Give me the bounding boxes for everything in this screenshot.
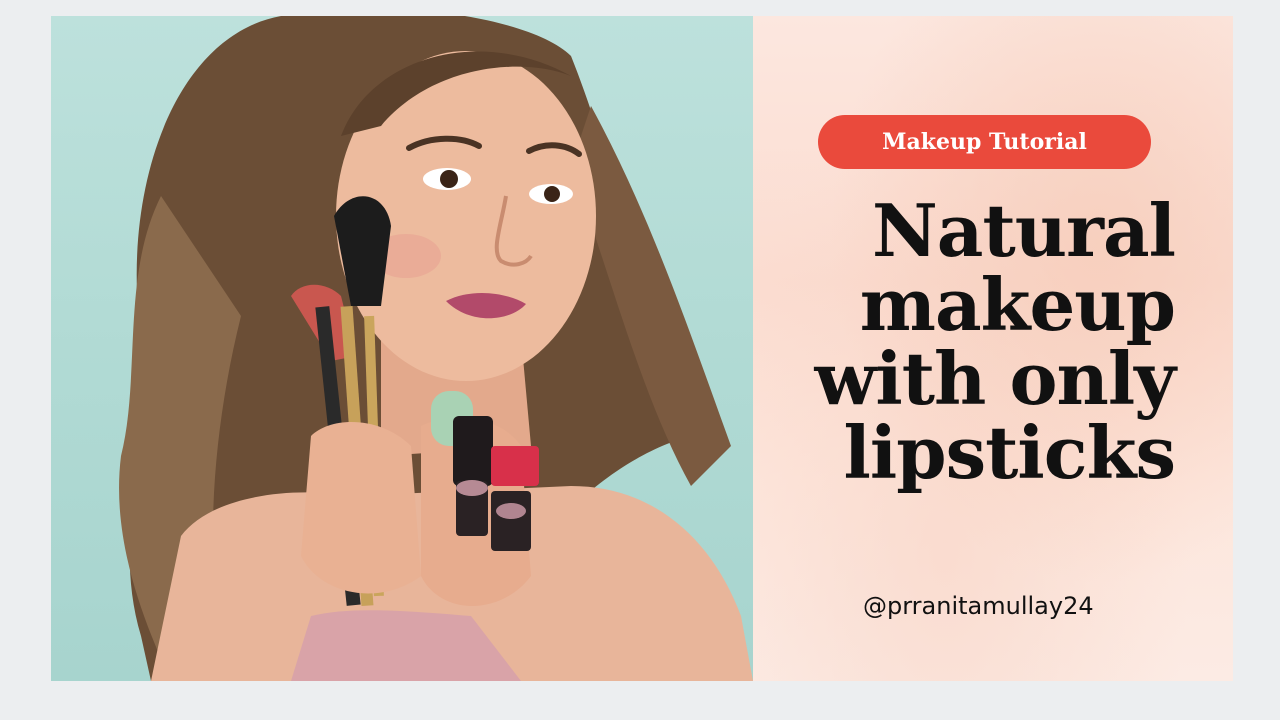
text-panel: Makeup Tutorial Natural makeup with only…	[753, 16, 1233, 681]
headline: Natural makeup with only lipsticks	[755, 188, 1176, 495]
photo-woman-with-makeup-tools	[51, 16, 753, 681]
badge-label: Makeup Tutorial	[882, 129, 1087, 155]
headline-line: with only	[814, 336, 1176, 421]
photo-illustration	[119, 16, 753, 681]
headline-line: Natural	[871, 188, 1176, 273]
category-badge: Makeup Tutorial	[818, 115, 1151, 169]
social-handle: @prranitamullay24	[863, 592, 1094, 620]
headline-line: lipsticks	[843, 410, 1176, 495]
headline-line: makeup	[859, 262, 1176, 347]
thumbnail-frame: Makeup Tutorial Natural makeup with only…	[51, 16, 1233, 681]
